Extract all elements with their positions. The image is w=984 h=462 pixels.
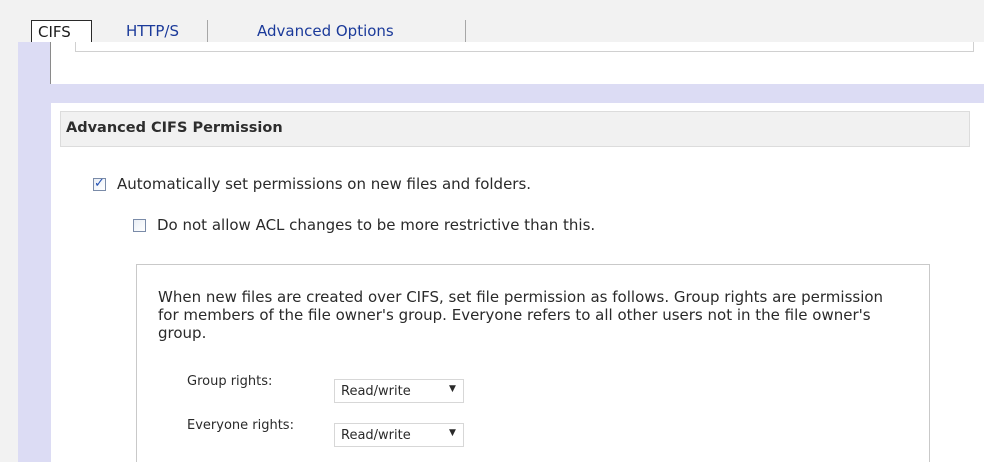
section-title: Advanced CIFS Permission — [66, 120, 283, 136]
group-rights-value: Read/write — [341, 384, 411, 399]
panel-divider — [50, 42, 51, 84]
auto-permissions-label[interactable]: Automatically set permissions on new fil… — [117, 175, 531, 193]
chevron-down-icon: ▼ — [449, 384, 456, 394]
chevron-down-icon: ▼ — [449, 428, 456, 438]
group-rights-select[interactable]: Read/write ▼ — [334, 379, 464, 403]
tab-advanced-options[interactable]: Advanced Options — [221, 20, 466, 42]
tab-bar: CIFS HTTP/S Advanced Options — [0, 0, 984, 44]
tab-https[interactable]: HTTP/S — [92, 20, 208, 42]
no-acl-restrict-checkbox[interactable] — [133, 219, 146, 232]
auto-permissions-checkbox[interactable] — [93, 176, 106, 191]
everyone-rights-select[interactable]: Read/write ▼ — [334, 423, 464, 447]
top-panel-inner — [75, 42, 974, 52]
no-acl-restrict-label[interactable]: Do not allow ACL changes to be more rest… — [157, 216, 595, 234]
everyone-rights-label: Everyone rights: — [187, 418, 294, 433]
everyone-rights-value: Read/write — [341, 428, 411, 443]
tab-cifs[interactable]: CIFS — [31, 20, 92, 44]
permission-description: When new files are created over CIFS, se… — [158, 288, 884, 342]
group-rights-label: Group rights: — [187, 374, 273, 389]
